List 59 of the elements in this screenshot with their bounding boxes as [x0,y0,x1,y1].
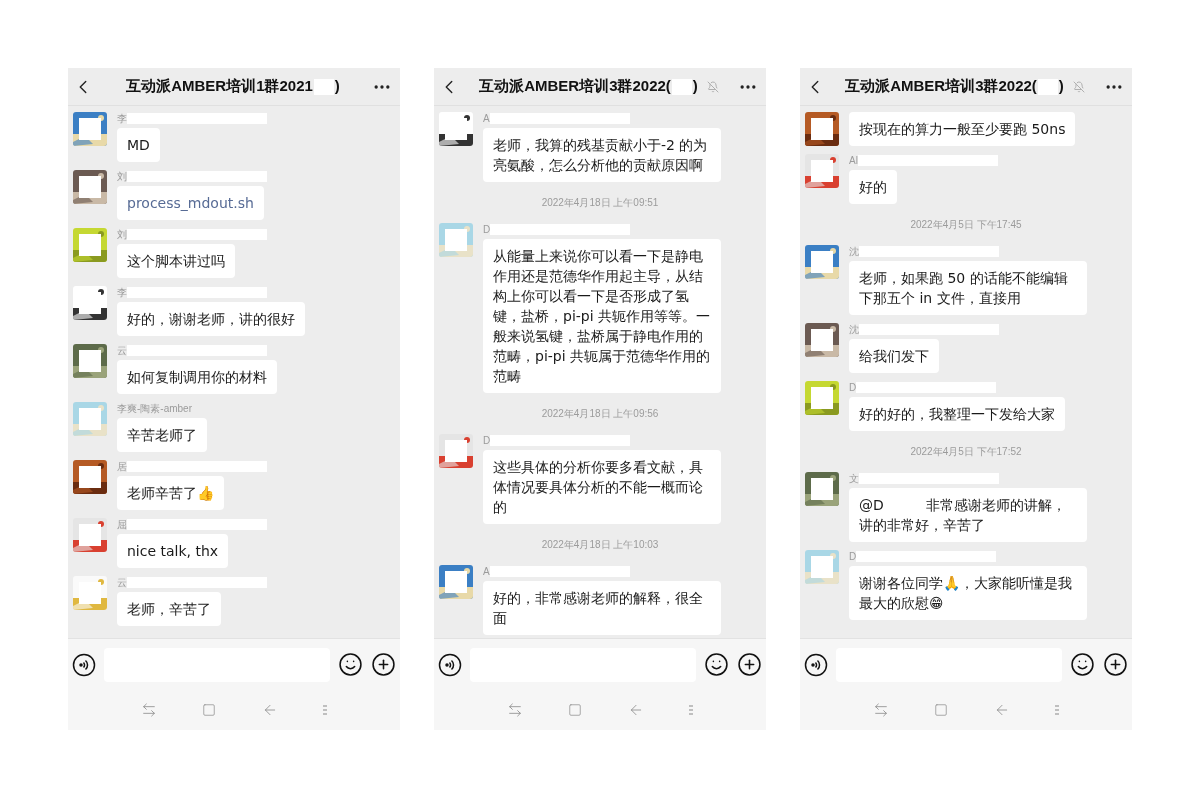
emoji-icon[interactable] [1070,652,1095,677]
message-bubble: nice talk, thx [117,534,229,568]
message-bubble: 按现在的算力一般至少要跑 50ns [849,112,1076,146]
voice-icon[interactable] [804,652,828,677]
chat-title: 互动派AMBER培训3群2022( [479,76,671,97]
switch-icon[interactable] [506,702,523,718]
switch-icon[interactable] [140,702,157,718]
sender-name: 李 [117,287,127,298]
plus-icon[interactable] [371,652,396,677]
sender-name: D [483,224,491,235]
message-bubble: MD [117,128,160,162]
sender-name: D [849,551,857,562]
message-bubble: 老师辛苦了👍 [117,476,224,510]
voice-icon[interactable] [72,652,96,677]
sender-name: 屈 [117,519,127,530]
message-bubble: 给我们发下 [849,339,939,373]
sender-name: A [483,566,490,577]
message-bubble: @D 非常感谢老师的讲解，讲的非常好，辛苦了 [849,488,1087,542]
message-bubble: 如何复制调用你的材料 [117,360,277,394]
message-bubble: 老师，辛苦了 [117,592,221,626]
sender-name: 李爽-陶素-amber [117,403,192,414]
message-bubble: 好的，谢谢老师，讲的很好 [117,302,305,336]
message-bubble: 从能量上来说你可以看一下是静电作用还是范德华作用起主导，从结构上你可以看一下是否形成了氢键，盐桥，pi-pi 共轭作用等等。一般来说氢键，盐桥属于静电作用的范畴，pi-pi 共轭属于范德华作用的范畴 [483,239,721,393]
message-bubble: 好的好的，我整理一下发给大家 [849,397,1065,431]
message-bubble: 这些具体的分析你要多看文献，具体情况要具体分析的不能一概而论的 [483,450,721,524]
sender-name: 沈 [849,324,859,335]
sender-name: D [849,382,857,393]
sender-name: 文 [849,473,859,484]
chat-title-suffix: ) [692,76,698,97]
plus-icon[interactable] [737,652,762,677]
chat-title-suffix: ) [1058,76,1064,97]
emoji-icon[interactable] [704,652,729,677]
sender-name: A [483,113,490,124]
chat-title: 互动派AMBER培训3群2022( [845,76,1037,97]
sender-name: D [483,435,491,446]
timestamp: 2022年4月5日 下午17:52 [910,445,1022,459]
message-bubble[interactable]: process_mdout.sh [117,186,264,220]
sender-name: 居 [117,461,127,472]
plus-icon[interactable] [1103,652,1128,677]
sender-name: 刘 [117,171,127,182]
sender-name: Al [849,155,858,166]
message-bubble: 好的 [849,170,897,204]
emoji-icon[interactable] [338,652,363,677]
chat-title: 互动派AMBER培训1群2021 [126,76,313,97]
sender-name: 云 [117,577,127,588]
switch-icon[interactable] [872,702,889,718]
sender-name: 云 [117,345,127,356]
voice-icon[interactable] [438,652,462,677]
message-bubble: 这个脚本讲过吗 [117,244,235,278]
sender-name: 刘 [117,229,127,240]
message-bubble: 老师，我算的残基贡献小于-2 的为亮氨酸，怎么分析他的贡献原因啊 [483,128,721,182]
message-bubble: 好的，非常感谢老师的解释，很全面 [483,581,721,635]
sender-name: 李 [117,113,127,124]
timestamp: 2022年4月5日 下午17:45 [910,218,1022,232]
sender-name: 沈 [849,246,859,257]
message-bubble: 老师，如果跑 50 的话能不能编辑下那五个 in 文件，直接用 [849,261,1087,315]
message-bubble: 辛苦老师了 [117,418,207,452]
message-bubble: 谢谢各位同学🙏，大家能听懂是我最大的欣慰😁 [849,566,1087,620]
chat-title-suffix: ) [334,76,340,97]
